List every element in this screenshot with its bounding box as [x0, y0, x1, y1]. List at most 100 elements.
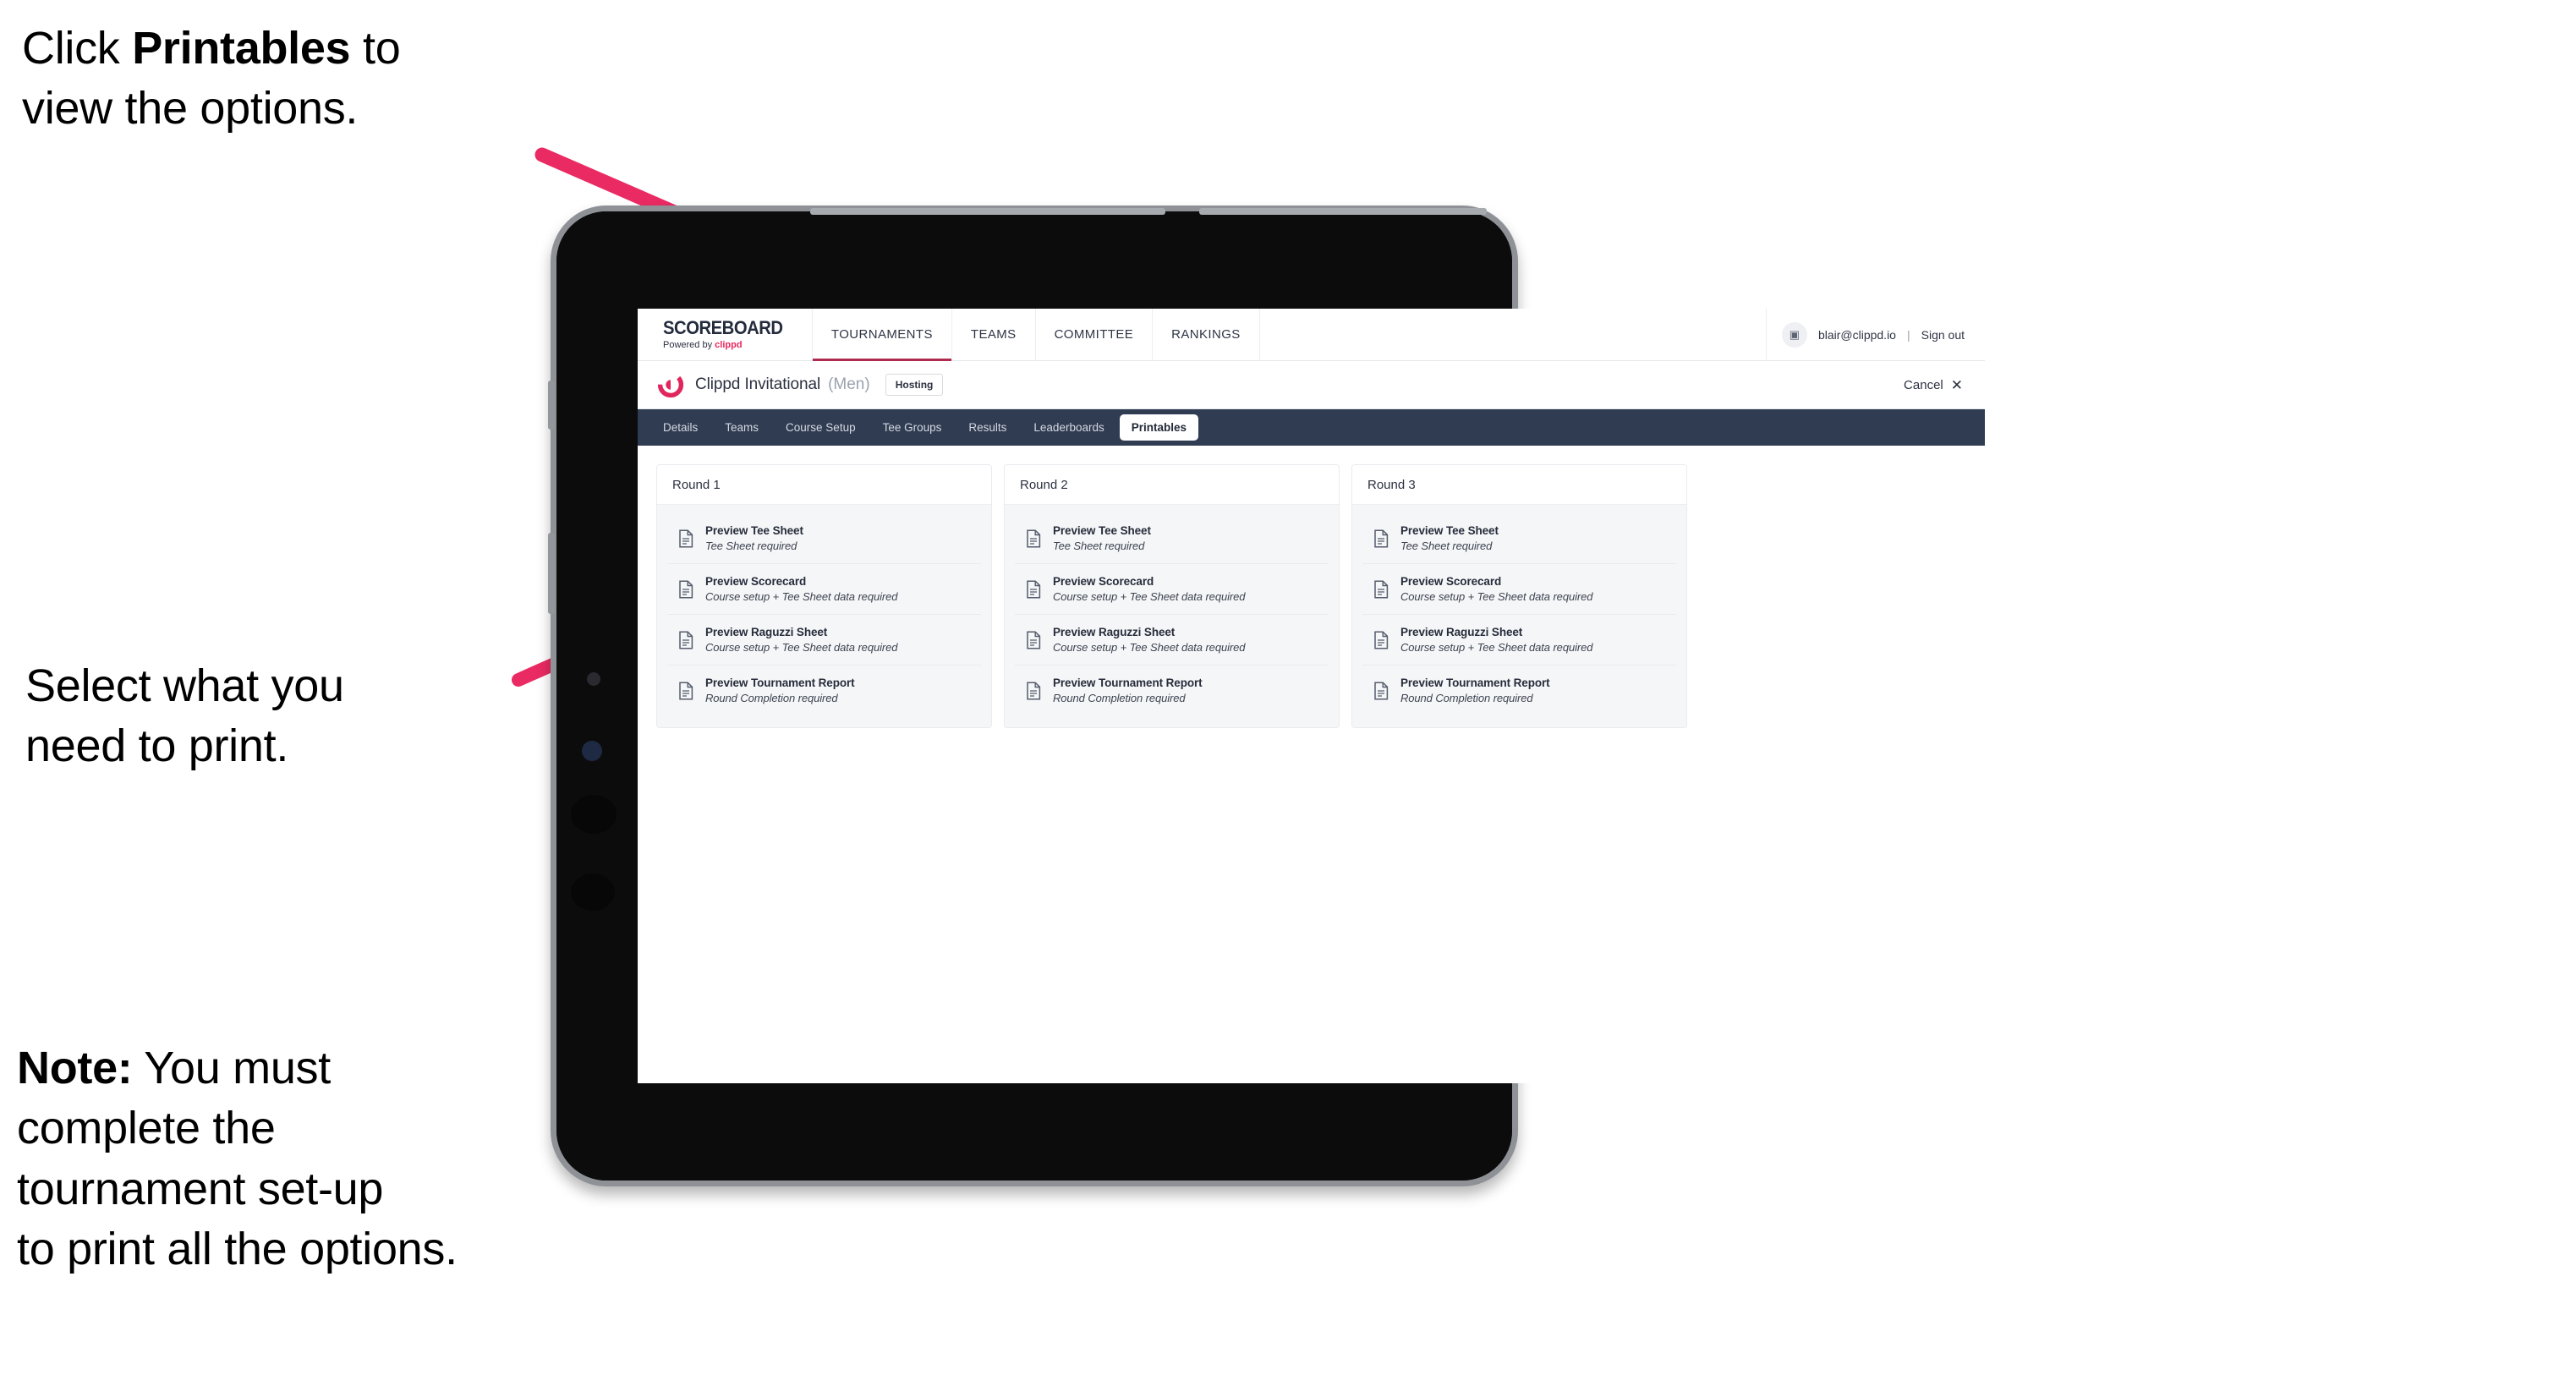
printable-item-tournament-report[interactable]: Preview Tournament Report Round Completi… [1362, 666, 1676, 715]
round-column: Round 1 Preview Tee Sheet Tee Sheet requ… [656, 464, 992, 728]
round-title: Round 2 [1005, 465, 1339, 505]
printable-item-raguzzi-sheet[interactable]: Preview Raguzzi Sheet Course setup + Tee… [667, 615, 981, 666]
primary-nav: TOURNAMENTS TEAMS COMMITTEE RANKINGS [812, 309, 1260, 361]
printable-item-tee-sheet[interactable]: Preview Tee Sheet Tee Sheet required [1362, 513, 1676, 564]
document-icon [1025, 529, 1042, 548]
printable-requirement: Course setup + Tee Sheet data required [705, 641, 898, 654]
brand-logo[interactable]: SCOREBOARD Powered by clippd [638, 309, 813, 360]
document-icon [677, 579, 694, 599]
round-title: Round 3 [1352, 465, 1686, 505]
printable-item-scorecard[interactable]: Preview Scorecard Course setup + Tee She… [1362, 564, 1676, 615]
printable-item-scorecard[interactable]: Preview Scorecard Course setup + Tee She… [1015, 564, 1329, 615]
printable-requirement: Tee Sheet required [705, 540, 797, 552]
document-icon [1373, 630, 1389, 649]
account-area: ▣ blair@clippd.io | Sign out [1767, 309, 1985, 360]
annotation-note-bold: Note: [17, 1043, 133, 1093]
tab-printables[interactable]: Printables [1119, 414, 1199, 441]
tournament-name: Clippd Invitational [695, 375, 821, 393]
document-icon [1025, 579, 1042, 599]
printable-requirement: Round Completion required [1053, 692, 1186, 704]
printable-requirement: Round Completion required [1400, 692, 1533, 704]
annotation-click-printables: Click Printables to view the options. [22, 19, 580, 140]
printable-title: Preview Scorecard [705, 575, 807, 588]
global-header: SCOREBOARD Powered by clippd TOURNAMENTS… [638, 309, 1985, 361]
round-title: Round 1 [657, 465, 991, 505]
round-items: Preview Tee Sheet Tee Sheet required Pre… [1005, 505, 1339, 727]
printable-title: Preview Raguzzi Sheet [705, 626, 828, 638]
nav-item-teams[interactable]: TEAMS [952, 309, 1036, 360]
printable-requirement: Round Completion required [705, 692, 838, 704]
printable-item-tournament-report[interactable]: Preview Tournament Report Round Completi… [1015, 666, 1329, 715]
printable-requirement: Course setup + Tee Sheet data required [1053, 590, 1246, 603]
document-icon [1373, 579, 1389, 599]
sign-out-link[interactable]: Sign out [1921, 328, 1965, 342]
volume-down-button[interactable] [548, 533, 555, 614]
document-icon [1373, 529, 1389, 548]
camera-flash-icon [582, 741, 602, 761]
printable-title: Preview Raguzzi Sheet [1053, 626, 1176, 638]
account-separator: | [1906, 327, 1910, 342]
tablet-antenna-strip-right [1199, 208, 1487, 215]
tournament-gender: (Men) [828, 375, 870, 393]
volume-up-button[interactable] [548, 381, 555, 430]
cancel-label: Cancel [1904, 377, 1943, 392]
printable-requirement: Course setup + Tee Sheet data required [1053, 641, 1246, 654]
brand-subtitle: Powered by clippd [663, 341, 793, 350]
document-icon [677, 529, 694, 548]
header-spacer [1260, 309, 1767, 360]
rear-camera-lens-two-icon [571, 874, 615, 911]
printable-item-tee-sheet[interactable]: Preview Tee Sheet Tee Sheet required [667, 513, 981, 564]
document-icon [1373, 681, 1389, 700]
printables-content: Round 1 Preview Tee Sheet Tee Sheet requ… [638, 446, 1985, 728]
printable-title: Preview Tournament Report [1053, 677, 1203, 689]
brand-powered-prefix: Powered by [663, 340, 715, 350]
printable-title: Preview Scorecard [1400, 575, 1502, 588]
avatar[interactable]: ▣ [1781, 321, 1807, 348]
printable-title: Preview Tee Sheet [705, 524, 803, 537]
round-items: Preview Tee Sheet Tee Sheet required Pre… [657, 505, 991, 727]
printable-title: Preview Tournament Report [1400, 677, 1550, 689]
tab-details[interactable]: Details [651, 414, 710, 441]
printable-item-raguzzi-sheet[interactable]: Preview Raguzzi Sheet Course setup + Tee… [1015, 615, 1329, 666]
nav-item-committee[interactable]: COMMITTEE [1036, 309, 1154, 360]
tab-course-setup[interactable]: Course Setup [774, 414, 868, 441]
tab-tee-groups[interactable]: Tee Groups [871, 414, 954, 441]
document-icon [677, 681, 694, 700]
round-items: Preview Tee Sheet Tee Sheet required Pre… [1352, 505, 1686, 727]
round-column: Round 3 Preview Tee Sheet Tee Sheet requ… [1351, 464, 1687, 728]
printable-requirement: Course setup + Tee Sheet data required [1400, 590, 1593, 603]
document-icon [1025, 681, 1042, 700]
rear-camera-lens-one-icon [571, 795, 617, 834]
annotation-select-print: Select what you need to print. [25, 660, 344, 772]
printable-requirement: Tee Sheet required [1400, 540, 1493, 552]
nav-item-rankings[interactable]: RANKINGS [1153, 309, 1260, 360]
annotation-click-bold: Printables [132, 23, 351, 74]
front-camera-icon [587, 672, 600, 686]
tab-leaderboards[interactable]: Leaderboards [1022, 414, 1115, 441]
hosting-badge[interactable]: Hosting [885, 374, 944, 396]
document-icon [1025, 630, 1042, 649]
printable-title: Preview Tee Sheet [1053, 524, 1151, 537]
tab-results[interactable]: Results [956, 414, 1018, 441]
printable-item-tee-sheet[interactable]: Preview Tee Sheet Tee Sheet required [1015, 513, 1329, 564]
tournament-header: Clippd Invitational (Men) Hosting Cancel… [638, 361, 1985, 409]
tablet-antenna-strip-left [810, 208, 1165, 215]
nav-item-tournaments[interactable]: TOURNAMENTS [812, 309, 952, 361]
cancel-button[interactable]: Cancel ✕ [1904, 378, 1963, 392]
tab-teams[interactable]: Teams [713, 414, 770, 441]
printable-requirement: Course setup + Tee Sheet data required [705, 590, 898, 603]
printable-title: Preview Raguzzi Sheet [1400, 626, 1523, 638]
clippd-logo-icon [658, 372, 683, 397]
printable-requirement: Tee Sheet required [1053, 540, 1145, 552]
brand-title: SCOREBOARD [663, 317, 783, 338]
printable-item-raguzzi-sheet[interactable]: Preview Raguzzi Sheet Course setup + Tee… [1362, 615, 1676, 666]
printable-title: Preview Tournament Report [705, 677, 855, 689]
printable-item-scorecard[interactable]: Preview Scorecard Course setup + Tee She… [667, 564, 981, 615]
round-column: Round 2 Preview Tee Sheet Tee Sheet requ… [1004, 464, 1340, 728]
account-email: blair@clippd.io [1817, 327, 1896, 342]
document-icon [677, 630, 694, 649]
brand-powered-name: clippd [715, 340, 743, 350]
printable-title: Preview Scorecard [1053, 575, 1154, 588]
app-screen: SCOREBOARD Powered by clippd TOURNAMENTS… [638, 309, 1985, 1083]
printable-item-tournament-report[interactable]: Preview Tournament Report Round Completi… [667, 666, 981, 715]
